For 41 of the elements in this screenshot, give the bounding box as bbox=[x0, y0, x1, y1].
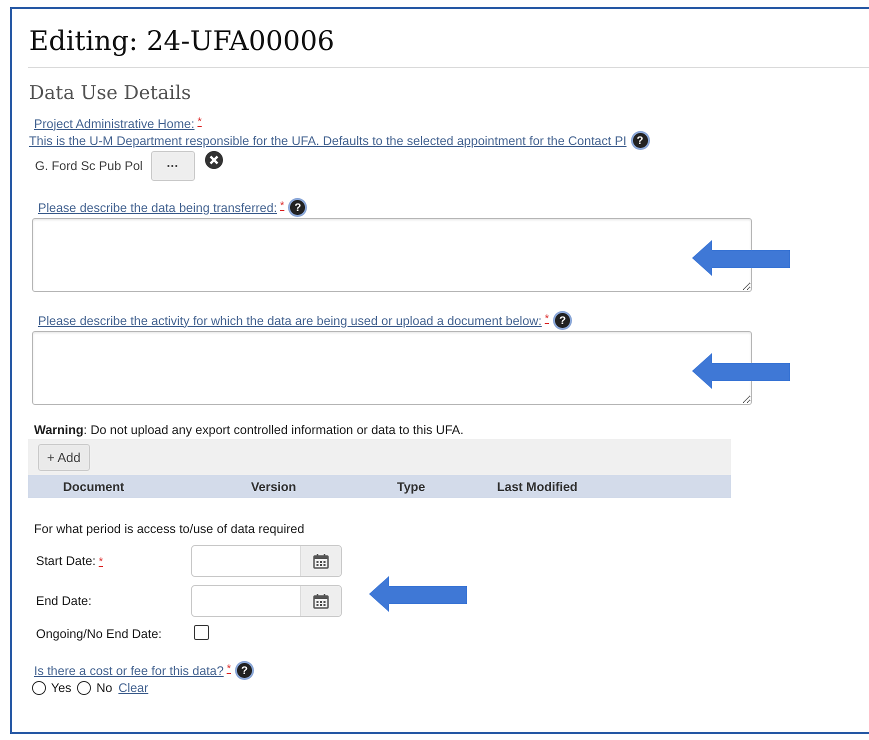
required-mark: * bbox=[280, 200, 284, 212]
field-label: Please describe the activity for which the data are being used or upload a document below: bbox=[38, 314, 542, 328]
field-label: Ongoing/No End Date: bbox=[36, 626, 162, 640]
field-value: G. Ford Sc Pub Pol bbox=[35, 159, 143, 173]
radio-button[interactable] bbox=[32, 681, 46, 695]
column-header[interactable]: Last Modified bbox=[497, 480, 578, 494]
page-title: Editing: 24-UFA00006 bbox=[29, 27, 336, 57]
field-label: For what period is access to/use of data required bbox=[34, 522, 306, 536]
field-label: Is there a cost or fee for this data? bbox=[34, 664, 224, 678]
calendar-icon[interactable] bbox=[313, 593, 329, 609]
browse-button[interactable]: ··· bbox=[150, 151, 195, 181]
date-field[interactable] bbox=[191, 545, 342, 577]
section-title: Data Use Details bbox=[29, 82, 192, 104]
help-icon[interactable]: ? bbox=[236, 663, 252, 678]
clear-link[interactable]: Clear bbox=[118, 681, 148, 695]
option-label: Yes bbox=[51, 681, 72, 695]
option-label: No bbox=[96, 681, 112, 695]
help-icon[interactable]: ? bbox=[290, 200, 306, 215]
required-mark: * bbox=[98, 556, 104, 568]
text-area[interactable] bbox=[32, 331, 752, 405]
column-header[interactable]: Document bbox=[63, 480, 251, 494]
checkbox[interactable] bbox=[194, 625, 209, 640]
field-label: End Date: bbox=[36, 594, 92, 608]
help-icon[interactable]: ? bbox=[555, 313, 570, 328]
calendar-icon[interactable] bbox=[313, 553, 329, 569]
field-description: This is the U-M Department responsible for the UFA. Defaults to the selected appointment for the Contact PI bbox=[29, 134, 627, 148]
required-mark: * bbox=[226, 663, 231, 675]
field-label: Project Administrative Home: bbox=[34, 116, 194, 130]
help-icon[interactable]: ? bbox=[632, 133, 648, 148]
text-area[interactable] bbox=[32, 218, 752, 292]
column-header[interactable]: Version bbox=[251, 480, 397, 494]
close-icon[interactable] bbox=[204, 151, 223, 169]
add-button[interactable]: + Add bbox=[38, 444, 90, 471]
radio-button[interactable] bbox=[77, 681, 92, 695]
warning-text: Warning: Do not upload any export controlled information or data to this UFA. bbox=[34, 423, 465, 437]
date-field[interactable] bbox=[191, 585, 342, 617]
field-label: Please describe the data being transferred: bbox=[38, 200, 278, 214]
required-mark: * bbox=[197, 116, 202, 128]
field-label: Start Date: bbox=[36, 554, 96, 568]
required-mark: * bbox=[544, 313, 550, 325]
column-header[interactable]: Type bbox=[397, 480, 497, 494]
